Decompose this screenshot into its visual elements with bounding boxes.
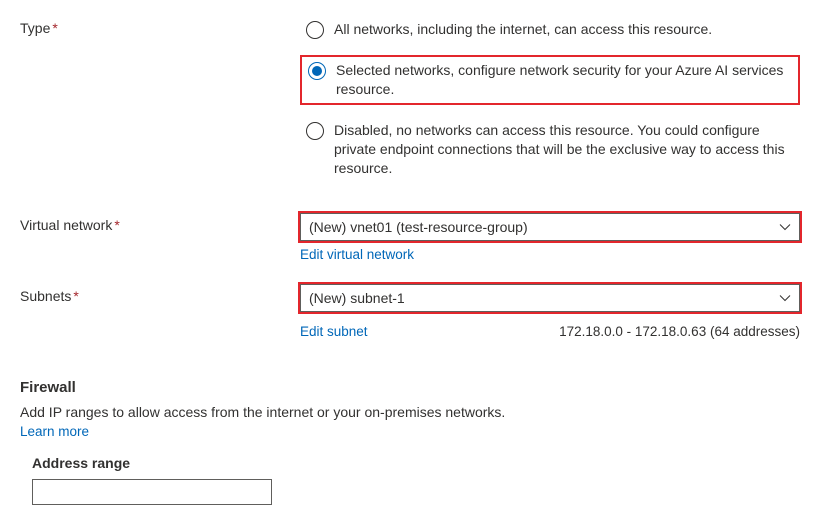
type-option-all-networks[interactable]: All networks, including the internet, ca…: [300, 16, 800, 43]
address-range-label: Address range: [32, 455, 800, 471]
edit-vnet-link[interactable]: Edit virtual network: [300, 247, 414, 262]
type-radio-group: All networks, including the internet, ca…: [300, 16, 800, 181]
subnet-range-info: 172.18.0.0 - 172.18.0.63 (64 addresses): [559, 324, 800, 339]
radio-icon: [306, 122, 324, 140]
edit-subnet-link[interactable]: Edit subnet: [300, 324, 368, 339]
radio-icon: [306, 21, 324, 39]
vnet-select[interactable]: (New) vnet01 (test-resource-group): [300, 213, 800, 241]
subnets-select[interactable]: (New) subnet-1: [300, 284, 800, 312]
firewall-heading: Firewall: [20, 379, 800, 396]
type-option-selected-networks[interactable]: Selected networks, configure network sec…: [300, 55, 800, 105]
radio-label: Selected networks, configure network sec…: [336, 61, 792, 99]
vnet-label: Virtual network*: [20, 213, 300, 233]
radio-label: Disabled, no networks can access this re…: [334, 121, 794, 178]
chevron-down-icon: [779, 221, 791, 233]
radio-label: All networks, including the internet, ca…: [334, 20, 712, 39]
type-label: Type*: [20, 16, 300, 36]
subnets-label: Subnets*: [20, 284, 300, 304]
firewall-description: Add IP ranges to allow access from the i…: [20, 404, 800, 420]
chevron-down-icon: [779, 292, 791, 304]
address-range-input[interactable]: [32, 479, 272, 505]
subnets-select-value: (New) subnet-1: [309, 290, 405, 306]
type-option-disabled[interactable]: Disabled, no networks can access this re…: [300, 117, 800, 182]
radio-icon: [308, 62, 326, 80]
vnet-select-value: (New) vnet01 (test-resource-group): [309, 219, 528, 235]
firewall-learn-more-link[interactable]: Learn more: [20, 424, 89, 439]
